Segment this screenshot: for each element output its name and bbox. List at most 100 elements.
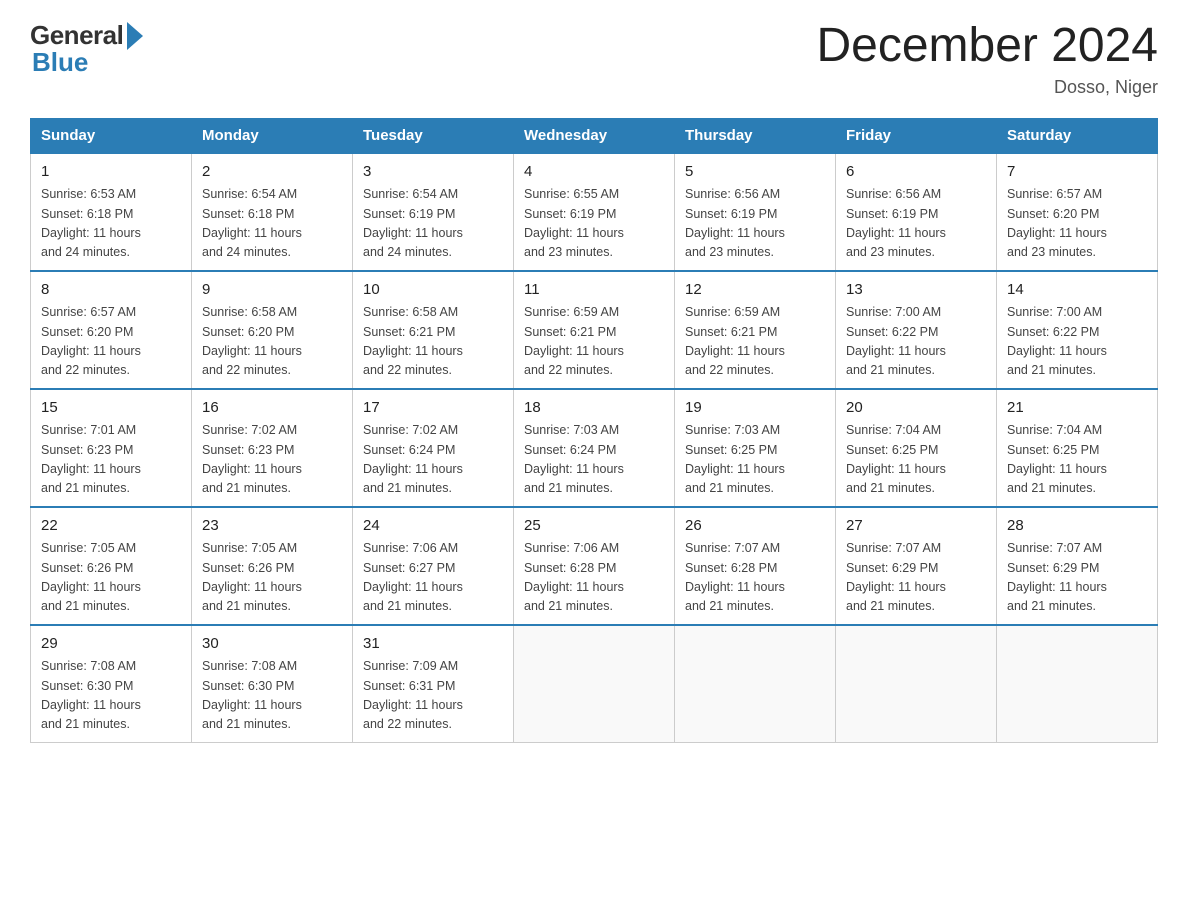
calendar-day-cell: 17Sunrise: 7:02 AMSunset: 6:24 PMDayligh…	[353, 389, 514, 507]
day-number: 13	[846, 279, 986, 302]
day-number: 28	[1007, 515, 1147, 538]
day-number: 5	[685, 161, 825, 184]
day-info: Sunrise: 7:00 AMSunset: 6:22 PMDaylight:…	[846, 303, 986, 381]
calendar-week-row: 22Sunrise: 7:05 AMSunset: 6:26 PMDayligh…	[31, 507, 1158, 625]
day-info: Sunrise: 7:06 AMSunset: 6:27 PMDaylight:…	[363, 539, 503, 617]
day-info: Sunrise: 7:07 AMSunset: 6:29 PMDaylight:…	[846, 539, 986, 617]
calendar-day-cell: 24Sunrise: 7:06 AMSunset: 6:27 PMDayligh…	[353, 507, 514, 625]
calendar-day-header-sunday: Sunday	[31, 118, 192, 153]
calendar-day-cell: 8Sunrise: 6:57 AMSunset: 6:20 PMDaylight…	[31, 271, 192, 389]
day-number: 10	[363, 279, 503, 302]
day-info: Sunrise: 7:05 AMSunset: 6:26 PMDaylight:…	[41, 539, 181, 617]
day-info: Sunrise: 6:57 AMSunset: 6:20 PMDaylight:…	[1007, 185, 1147, 263]
calendar-day-cell: 10Sunrise: 6:58 AMSunset: 6:21 PMDayligh…	[353, 271, 514, 389]
day-info: Sunrise: 7:04 AMSunset: 6:25 PMDaylight:…	[1007, 421, 1147, 499]
calendar-day-cell: 31Sunrise: 7:09 AMSunset: 6:31 PMDayligh…	[353, 625, 514, 743]
calendar-day-cell: 18Sunrise: 7:03 AMSunset: 6:24 PMDayligh…	[514, 389, 675, 507]
calendar-week-row: 29Sunrise: 7:08 AMSunset: 6:30 PMDayligh…	[31, 625, 1158, 743]
day-info: Sunrise: 7:05 AMSunset: 6:26 PMDaylight:…	[202, 539, 342, 617]
calendar-day-cell: 29Sunrise: 7:08 AMSunset: 6:30 PMDayligh…	[31, 625, 192, 743]
calendar-table: SundayMondayTuesdayWednesdayThursdayFrid…	[30, 118, 1158, 743]
day-number: 11	[524, 279, 664, 302]
day-info: Sunrise: 7:03 AMSunset: 6:25 PMDaylight:…	[685, 421, 825, 499]
day-number: 3	[363, 161, 503, 184]
month-title: December 2024	[816, 20, 1158, 73]
calendar-day-cell: 21Sunrise: 7:04 AMSunset: 6:25 PMDayligh…	[997, 389, 1158, 507]
day-number: 30	[202, 633, 342, 656]
day-number: 23	[202, 515, 342, 538]
day-number: 22	[41, 515, 181, 538]
calendar-day-header-monday: Monday	[192, 118, 353, 153]
day-info: Sunrise: 7:04 AMSunset: 6:25 PMDaylight:…	[846, 421, 986, 499]
calendar-day-cell: 30Sunrise: 7:08 AMSunset: 6:30 PMDayligh…	[192, 625, 353, 743]
day-number: 2	[202, 161, 342, 184]
day-info: Sunrise: 7:06 AMSunset: 6:28 PMDaylight:…	[524, 539, 664, 617]
calendar-day-cell: 28Sunrise: 7:07 AMSunset: 6:29 PMDayligh…	[997, 507, 1158, 625]
day-number: 24	[363, 515, 503, 538]
day-info: Sunrise: 7:07 AMSunset: 6:29 PMDaylight:…	[1007, 539, 1147, 617]
day-info: Sunrise: 6:56 AMSunset: 6:19 PMDaylight:…	[846, 185, 986, 263]
day-number: 14	[1007, 279, 1147, 302]
calendar-day-cell: 14Sunrise: 7:00 AMSunset: 6:22 PMDayligh…	[997, 271, 1158, 389]
day-number: 31	[363, 633, 503, 656]
day-info: Sunrise: 7:00 AMSunset: 6:22 PMDaylight:…	[1007, 303, 1147, 381]
day-info: Sunrise: 7:02 AMSunset: 6:23 PMDaylight:…	[202, 421, 342, 499]
calendar-day-cell: 1Sunrise: 6:53 AMSunset: 6:18 PMDaylight…	[31, 153, 192, 271]
calendar-day-cell: 4Sunrise: 6:55 AMSunset: 6:19 PMDaylight…	[514, 153, 675, 271]
logo-blue-text: Blue	[32, 47, 88, 78]
day-number: 27	[846, 515, 986, 538]
calendar-day-cell: 9Sunrise: 6:58 AMSunset: 6:20 PMDaylight…	[192, 271, 353, 389]
calendar-week-row: 15Sunrise: 7:01 AMSunset: 6:23 PMDayligh…	[31, 389, 1158, 507]
day-number: 15	[41, 397, 181, 420]
calendar-day-cell	[514, 625, 675, 743]
day-number: 1	[41, 161, 181, 184]
calendar-header-row: SundayMondayTuesdayWednesdayThursdayFrid…	[31, 118, 1158, 153]
calendar-day-cell: 25Sunrise: 7:06 AMSunset: 6:28 PMDayligh…	[514, 507, 675, 625]
calendar-day-cell	[675, 625, 836, 743]
day-number: 26	[685, 515, 825, 538]
calendar-day-cell	[997, 625, 1158, 743]
logo-arrow-icon	[127, 22, 143, 50]
day-info: Sunrise: 6:58 AMSunset: 6:21 PMDaylight:…	[363, 303, 503, 381]
day-info: Sunrise: 6:53 AMSunset: 6:18 PMDaylight:…	[41, 185, 181, 263]
day-number: 7	[1007, 161, 1147, 184]
day-number: 21	[1007, 397, 1147, 420]
calendar-day-cell: 15Sunrise: 7:01 AMSunset: 6:23 PMDayligh…	[31, 389, 192, 507]
day-info: Sunrise: 7:01 AMSunset: 6:23 PMDaylight:…	[41, 421, 181, 499]
calendar-day-cell: 16Sunrise: 7:02 AMSunset: 6:23 PMDayligh…	[192, 389, 353, 507]
calendar-day-cell: 27Sunrise: 7:07 AMSunset: 6:29 PMDayligh…	[836, 507, 997, 625]
day-number: 4	[524, 161, 664, 184]
calendar-day-cell: 5Sunrise: 6:56 AMSunset: 6:19 PMDaylight…	[675, 153, 836, 271]
day-number: 17	[363, 397, 503, 420]
calendar-day-cell: 7Sunrise: 6:57 AMSunset: 6:20 PMDaylight…	[997, 153, 1158, 271]
day-number: 12	[685, 279, 825, 302]
day-number: 20	[846, 397, 986, 420]
day-number: 29	[41, 633, 181, 656]
calendar-day-header-tuesday: Tuesday	[353, 118, 514, 153]
calendar-day-cell: 20Sunrise: 7:04 AMSunset: 6:25 PMDayligh…	[836, 389, 997, 507]
calendar-day-cell: 2Sunrise: 6:54 AMSunset: 6:18 PMDaylight…	[192, 153, 353, 271]
day-number: 8	[41, 279, 181, 302]
calendar-week-row: 1Sunrise: 6:53 AMSunset: 6:18 PMDaylight…	[31, 153, 1158, 271]
calendar-day-cell: 3Sunrise: 6:54 AMSunset: 6:19 PMDaylight…	[353, 153, 514, 271]
calendar-day-cell: 6Sunrise: 6:56 AMSunset: 6:19 PMDaylight…	[836, 153, 997, 271]
logo: General Blue	[30, 20, 143, 78]
day-info: Sunrise: 6:55 AMSunset: 6:19 PMDaylight:…	[524, 185, 664, 263]
calendar-day-header-saturday: Saturday	[997, 118, 1158, 153]
day-number: 6	[846, 161, 986, 184]
calendar-week-row: 8Sunrise: 6:57 AMSunset: 6:20 PMDaylight…	[31, 271, 1158, 389]
day-number: 19	[685, 397, 825, 420]
calendar-day-cell: 11Sunrise: 6:59 AMSunset: 6:21 PMDayligh…	[514, 271, 675, 389]
calendar-day-cell: 12Sunrise: 6:59 AMSunset: 6:21 PMDayligh…	[675, 271, 836, 389]
page-header: General Blue December 2024 Dosso, Niger	[30, 20, 1158, 98]
calendar-day-cell: 19Sunrise: 7:03 AMSunset: 6:25 PMDayligh…	[675, 389, 836, 507]
day-number: 25	[524, 515, 664, 538]
day-info: Sunrise: 7:02 AMSunset: 6:24 PMDaylight:…	[363, 421, 503, 499]
calendar-day-cell: 26Sunrise: 7:07 AMSunset: 6:28 PMDayligh…	[675, 507, 836, 625]
day-info: Sunrise: 7:07 AMSunset: 6:28 PMDaylight:…	[685, 539, 825, 617]
day-info: Sunrise: 6:59 AMSunset: 6:21 PMDaylight:…	[685, 303, 825, 381]
day-number: 16	[202, 397, 342, 420]
day-info: Sunrise: 6:58 AMSunset: 6:20 PMDaylight:…	[202, 303, 342, 381]
day-number: 18	[524, 397, 664, 420]
title-section: December 2024 Dosso, Niger	[816, 20, 1158, 98]
